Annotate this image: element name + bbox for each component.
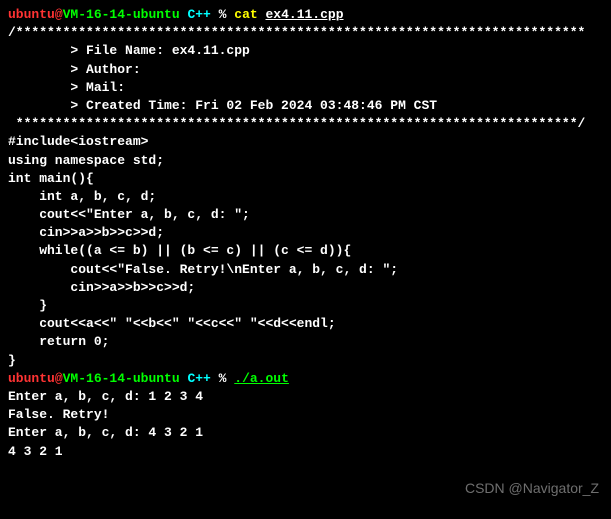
prompt-user: ubuntu (8, 7, 55, 22)
prompt-path: C++ (180, 371, 211, 386)
header-mail: > Mail: (8, 79, 603, 97)
code-line: cin>>a>>b>>c>>d; (8, 279, 603, 297)
cmd-cat: cat (234, 7, 265, 22)
code-line: while((a <= b) || (b <= c) || (c <= d)){ (8, 242, 603, 260)
code-line: cin>>a>>b>>c>>d; (8, 224, 603, 242)
code-line: int a, b, c, d; (8, 188, 603, 206)
code-line: } (8, 297, 603, 315)
prompt-host: VM-16-14-ubuntu (63, 7, 180, 22)
prompt-dollar: % (211, 371, 234, 386)
header-created-time: > Created Time: Fri 02 Feb 2024 03:48:46… (8, 97, 603, 115)
watermark-text: CSDN @Navigator_Z (465, 479, 599, 499)
code-line: cout<<a<<" "<<b<<" "<<c<<" "<<d<<endl; (8, 315, 603, 333)
prompt-at: @ (55, 7, 63, 22)
cmd-arg-filename: ex4.11.cpp (266, 7, 344, 22)
program-output: Enter a, b, c, d: 1 2 3 4 (8, 388, 603, 406)
prompt-at: @ (55, 371, 63, 386)
prompt-host: VM-16-14-ubuntu (63, 371, 180, 386)
code-line: cout<<"Enter a, b, c, d: "; (8, 206, 603, 224)
program-output: 4 3 2 1 (8, 443, 603, 461)
terminal-output: ubuntu@VM-16-14-ubuntu C++ % cat ex4.11.… (8, 6, 603, 461)
prompt-path: C++ (180, 7, 211, 22)
prompt-dollar: % (211, 7, 234, 22)
code-line: int main(){ (8, 170, 603, 188)
prompt-user: ubuntu (8, 371, 55, 386)
prompt-line-1[interactable]: ubuntu@VM-16-14-ubuntu C++ % cat ex4.11.… (8, 6, 603, 24)
code-line: return 0; (8, 333, 603, 351)
header-author: > Author: (8, 61, 603, 79)
cmd-run: ./a.out (234, 371, 289, 386)
code-line: } (8, 352, 603, 370)
comment-border-bottom: ****************************************… (8, 115, 603, 133)
code-line: cout<<"False. Retry!\nEnter a, b, c, d: … (8, 261, 603, 279)
program-output: Enter a, b, c, d: 4 3 2 1 (8, 424, 603, 442)
code-line: using namespace std; (8, 152, 603, 170)
prompt-line-2[interactable]: ubuntu@VM-16-14-ubuntu C++ % ./a.out (8, 370, 603, 388)
code-line: #include<iostream> (8, 133, 603, 151)
program-output: False. Retry! (8, 406, 603, 424)
header-file-name: > File Name: ex4.11.cpp (8, 42, 603, 60)
comment-border-top: /***************************************… (8, 24, 603, 42)
